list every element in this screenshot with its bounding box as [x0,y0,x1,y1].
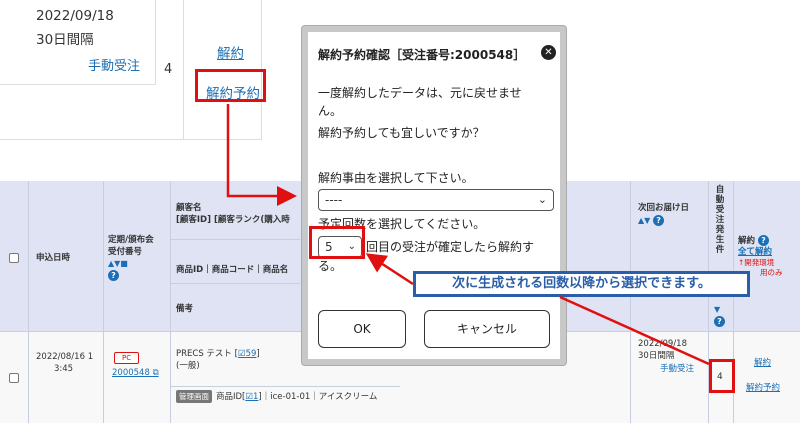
zoomed-auto-count: 4 [164,62,173,77]
dialog-confirm-question: 解約予約しても宜しいですか？ [318,126,485,140]
external-link-icon[interactable]: ⧉ [153,368,159,378]
reason-select[interactable]: ---- ⌄ [318,189,554,211]
cancel-button[interactable]: キャンセル [424,310,550,348]
header-customer-sub: [顧客ID] [顧客ランク(購入時 [176,215,290,225]
help-icon[interactable]: ? [108,270,119,281]
row-customer: PRECS テスト [☑59] [176,349,260,359]
pc-badge: PC [114,352,140,364]
annotation-callout: 次に生成される回数以降から選択できます。 [413,271,750,297]
zoomed-next-date: 2022/09/18 [36,8,114,24]
zoomed-manual-order: 手動受注 [88,59,141,74]
product-id-link[interactable]: ☑1 [245,392,258,402]
auto-count-highlight [709,359,735,393]
row-customer-rank: (一般) [176,361,200,371]
help-icon[interactable]: ? [653,215,665,226]
header-apply-date: 申込日時 [36,253,71,263]
header-subscription: 定期/頒布会 [108,235,154,245]
sort-arrows-icon[interactable]: ▼ [714,305,720,314]
close-icon[interactable]: ✕ [541,45,556,60]
zoomed-cycle: 30日間隔 [36,32,94,48]
help-icon[interactable]: ? [714,316,725,328]
dialog-title: 解約予約確認［受注番号:2000548］ [318,48,526,62]
dialog-warning-line2: ん。 [318,104,343,118]
zoomed-reservation-highlight [195,69,266,102]
select-all-checkbox[interactable] [9,253,19,263]
dev-env-note-2: 用のみ [760,268,783,277]
header-customer: 顧客名 [176,203,202,213]
header-next-delivery: 次回お届け日 [638,203,690,213]
header-next-delivery-sort[interactable]: ▲▼ ? [638,215,665,227]
row-next-manual: 手動受注 [660,364,695,374]
row-order-number-link[interactable]: 2000548 ⧉ [112,368,159,379]
ok-button[interactable]: OK [318,310,406,348]
sort-arrows-icon[interactable]: ▲▼ [638,216,650,225]
chevron-down-icon: ⌄ [537,193,547,206]
row-next-cycle: 30日間隔 [638,351,675,361]
dialog-warning-line1: 一度解約したデータは、元に戻せませ [318,86,522,100]
header-order-no: 受付番号 [108,247,143,257]
reason-label: 解約事由を選択して下さい。 [318,171,474,185]
header-notes: 備考 [176,304,194,314]
sort-arrows-icon[interactable]: ▲▼■ [108,259,128,268]
row-apply-time: 3:45 [54,364,74,374]
customer-id-link[interactable]: ☑59 [238,349,256,359]
header-order-sort[interactable]: ▲▼■ [108,259,128,270]
row-cancel-reservation-link[interactable]: 解約予約 [746,383,780,394]
help-icon[interactable]: ? [757,235,769,246]
count-after-text: 回目の受注が確定したら解約す [366,240,535,254]
header-auto-order: 自動受注発生件 [715,185,725,256]
cancel-all-link[interactable]: 全て解約 [738,247,772,258]
header-product: 商品ID｜商品コード｜商品名 [176,265,289,275]
row-checkbox[interactable] [9,373,19,383]
row-product: 商品ID[☑1]｜ice-01-01｜アイスクリーム [216,392,378,402]
row-next-date: 2022/09/18 [638,339,687,349]
header-auto-order-sort[interactable]: ▼ ? [714,305,725,329]
header-cancel: 解約 ? [738,235,769,247]
dev-env-note: ↑開発環境 [738,258,775,267]
cancel-reservation-dialog: 解約予約確認［受注番号:2000548］ ✕ 一度解約したデータは、元に戻せませ… [302,26,566,365]
header-order-help[interactable]: ? [108,270,119,282]
row-cancel-link[interactable]: 解約 [754,358,771,369]
count-select-highlight [309,226,365,259]
count-after-text-2: る。 [318,259,343,273]
row-apply-date: 2022/08/16 1 [36,352,94,362]
mgmt-screen-badge: 管理画面 [176,390,212,403]
zoomed-cancel-link[interactable]: 解約 [217,42,244,62]
